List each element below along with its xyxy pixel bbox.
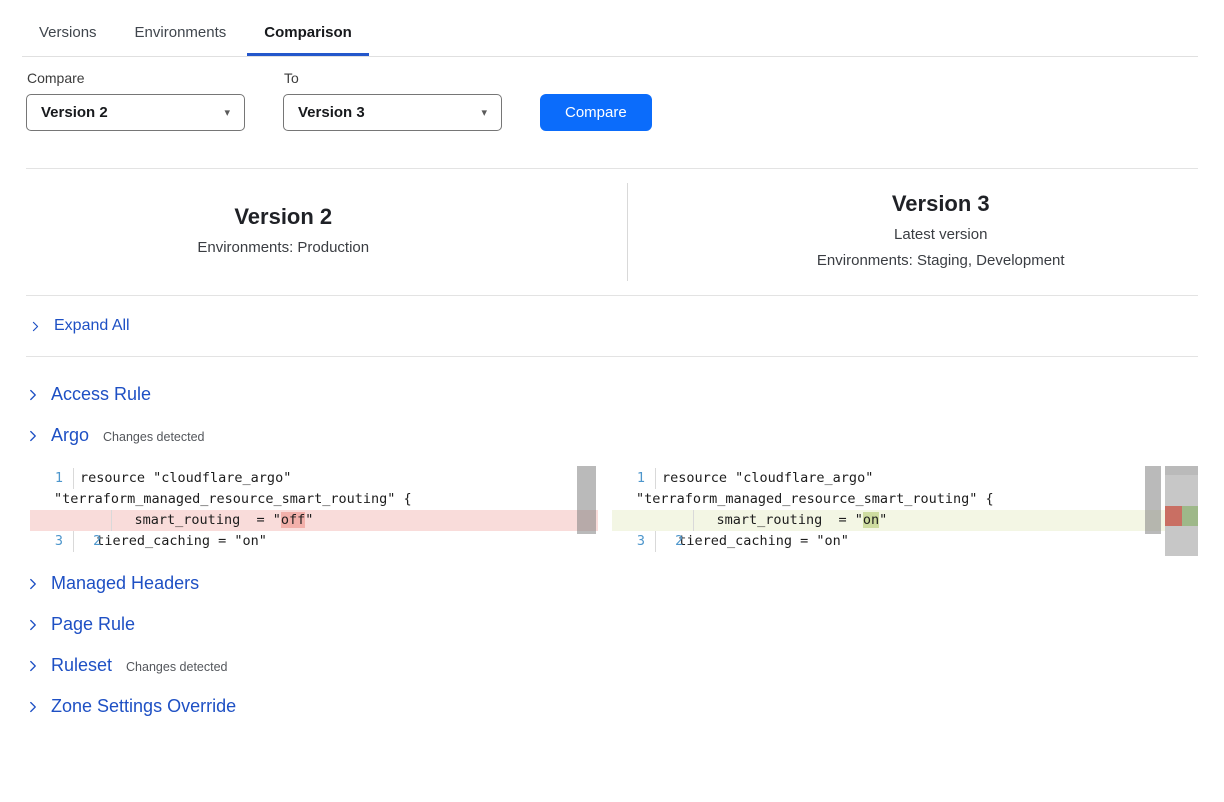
tab-comparison[interactable]: Comparison [247, 14, 369, 56]
version-title: Version 2 [26, 204, 541, 230]
code-line: 3 tiered_caching = "on" [612, 531, 1198, 552]
section-label: Argo [51, 425, 89, 446]
chevron-right-icon [27, 618, 39, 632]
line-number: 1 [55, 468, 63, 489]
version-subtitle: Environments: Production [26, 235, 541, 261]
section-label: Page Rule [51, 614, 135, 635]
expand-all-label: Expand All [54, 317, 130, 335]
compare-button[interactable]: Compare [540, 94, 652, 131]
chevron-right-icon [27, 700, 39, 714]
chevron-right-icon [27, 659, 39, 673]
diff-added-sign: + [685, 552, 693, 556]
section-row-ruleset[interactable]: Ruleset Changes detected [27, 655, 1198, 676]
code-line-wrap: "terraform_managed_resource_smart_routin… [612, 489, 1198, 510]
compare-to-label: To [284, 70, 502, 86]
version-headers: Version 2 Environments: Production Versi… [26, 169, 1198, 295]
tab-versions[interactable]: Versions [22, 14, 114, 56]
diff-removed-sign: − [103, 552, 111, 556]
minimap-removed-marker [1165, 506, 1182, 526]
chevron-down-icon: ▾ [224, 106, 230, 119]
divider [26, 356, 1198, 357]
diff-pane-left: 1 resource "cloudflare_argo" "terraform_… [30, 466, 598, 556]
compare-from-field: Compare Version 2 ▾ [26, 70, 245, 131]
vertical-scrollbar[interactable] [1145, 466, 1161, 534]
code-line-removed: 2 − smart_routing = "off" [30, 510, 598, 531]
added-token: on [863, 512, 879, 528]
chevron-right-icon [30, 320, 41, 333]
code-line-added: 2 + smart_routing = "on" [612, 510, 1198, 531]
vertical-scrollbar[interactable] [577, 466, 596, 534]
section-row-zone-settings-override[interactable]: Zone Settings Override [27, 696, 1198, 717]
diff-pane-right: 1 resource "cloudflare_argo" "terraform_… [612, 466, 1198, 556]
section-row-argo[interactable]: Argo Changes detected [27, 425, 1198, 446]
changes-detected-badge: Changes detected [126, 660, 227, 674]
version-environments: Environments: Staging, Development [684, 248, 1199, 274]
section-label: Zone Settings Override [51, 696, 236, 717]
expand-all-button[interactable]: Expand All [26, 296, 1198, 356]
section-row-access-rule[interactable]: Access Rule [27, 384, 1198, 405]
chevron-down-icon: ▾ [481, 106, 487, 119]
line-number: 3 [637, 531, 645, 552]
code-line: 1 resource "cloudflare_argo" [30, 468, 598, 489]
chevron-right-icon [27, 388, 39, 402]
tab-environments[interactable]: Environments [118, 14, 244, 56]
code-line-wrap: "terraform_managed_resource_smart_routin… [30, 489, 598, 510]
compare-from-value: Version 2 [41, 104, 108, 121]
chevron-right-icon [27, 577, 39, 591]
comparison-page: Versions Environments Comparison Compare… [0, 14, 1224, 717]
line-number: 2 [93, 531, 101, 552]
version-title: Version 3 [684, 191, 1199, 217]
compare-form: Compare Version 2 ▾ To Version 3 ▾ Compa… [26, 70, 1198, 131]
changes-detected-badge: Changes detected [103, 430, 204, 444]
removed-token: off [281, 512, 305, 528]
compare-from-select[interactable]: Version 2 ▾ [26, 94, 245, 131]
compare-from-label: Compare [27, 70, 245, 86]
section-row-page-rule[interactable]: Page Rule [27, 614, 1198, 635]
line-number: 2 [675, 531, 683, 552]
code-line: 1 resource "cloudflare_argo" [612, 468, 1198, 489]
version-subtitle: Latest version [684, 222, 1199, 248]
compare-to-select[interactable]: Version 3 ▾ [283, 94, 502, 131]
compare-to-value: Version 3 [298, 104, 365, 121]
minimap-added-marker [1182, 506, 1198, 526]
code-line: 3 tiered_caching = "on" [30, 531, 598, 552]
section-label: Ruleset [51, 655, 112, 676]
line-number: 1 [637, 468, 645, 489]
chevron-right-icon [27, 429, 39, 443]
version-header-left: Version 2 Environments: Production [26, 204, 627, 261]
compare-to-field: To Version 3 ▾ [283, 70, 502, 131]
code-line-clipped: } [612, 552, 1198, 556]
section-row-managed-headers[interactable]: Managed Headers [27, 573, 1198, 594]
diff-minimap[interactable] [1165, 466, 1198, 556]
version-header-right: Version 3 Latest version Environments: S… [628, 191, 1199, 274]
code-line-clipped: } [30, 552, 598, 556]
line-number: 3 [55, 531, 63, 552]
tab-bar: Versions Environments Comparison [22, 14, 1198, 57]
minimap-viewport [1165, 466, 1198, 475]
argo-diff: 1 resource "cloudflare_argo" "terraform_… [30, 466, 1198, 556]
section-label: Access Rule [51, 384, 151, 405]
section-label: Managed Headers [51, 573, 199, 594]
